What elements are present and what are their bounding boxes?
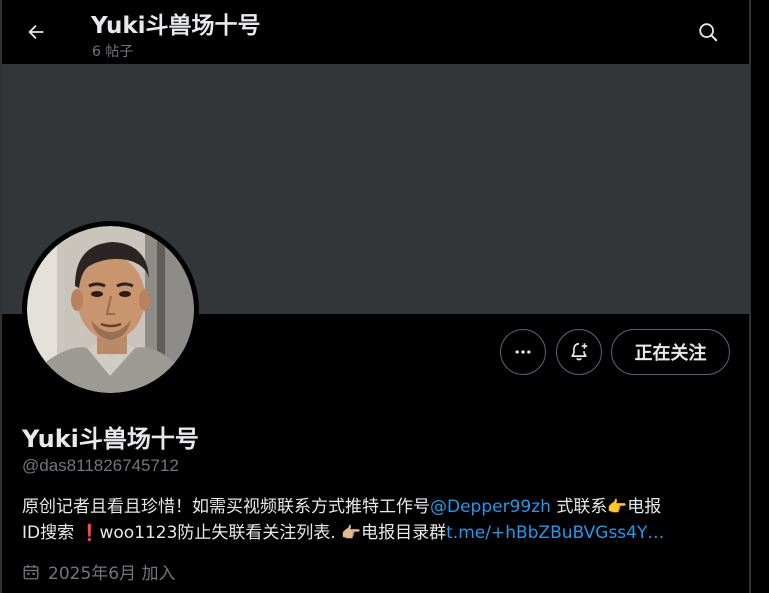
arrow-left-icon [28,24,44,40]
back-button[interactable] [18,14,54,50]
post-count: 6 帖子 [92,44,134,60]
calendar-icon [23,564,39,579]
username-handle: @das811826745712 [22,456,179,475]
more-button[interactable] [500,329,546,375]
profile-bio: 原创记者且看且珍惜！如需买视频联系方式推特工作号@Depper99zh 式联系👉… [22,494,734,546]
right-gutter [751,0,769,593]
bio-text: 电报 [627,497,662,517]
more-dots-icon [515,350,531,354]
bio-text: 式联系 [550,497,608,517]
search-button[interactable] [690,14,726,50]
join-date-text: 2025年6月 加入 [48,564,176,584]
avatar-image [27,226,194,393]
bio-telegram-link[interactable]: t.me/+hBbZBuBVGss4Y… [446,523,664,543]
bio-text: ID搜索 [22,523,80,543]
bell-plus-icon [571,342,588,361]
bio-text: 电报目录群 [361,523,447,543]
exclamation-emoji: ❗ [79,523,100,542]
pointing-hand-emoji: 👉🏼 [341,523,362,542]
profile-header: Yuki斗兽场十号 6 帖子 [2,0,749,64]
search-icon [699,23,718,42]
pointing-hand-emoji: 👉 [607,497,628,516]
display-name: Yuki斗兽场十号 [22,425,199,453]
join-date: 2025年6月 加入 [22,559,175,584]
header-title: Yuki斗兽场十号 [91,13,261,39]
notifications-button[interactable] [556,329,602,375]
bio-text: woo1123防止失联看关注列表. [99,523,342,543]
bio-mention-link[interactable]: @Depper99zh [430,497,551,517]
avatar[interactable] [22,221,199,398]
bio-text: 原创记者且看且珍惜！如需买视频联系方式推特工作号 [22,497,430,517]
following-button[interactable]: 正在关注 [611,329,730,375]
